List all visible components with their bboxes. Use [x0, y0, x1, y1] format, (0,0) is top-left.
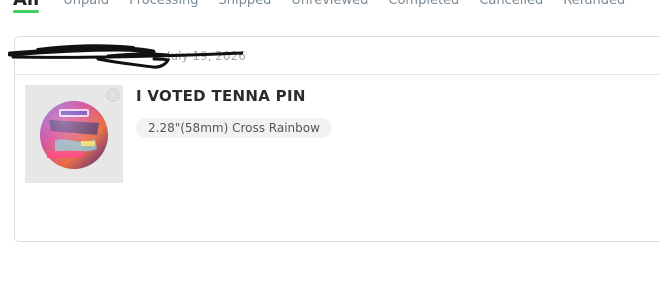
order-status-tabs: All Unpaid Processing Shipped Unreviewed… [13, 0, 645, 15]
tab-label: Processing [129, 0, 199, 8]
order-item[interactable]: I VOTED TENNA PIN 2.28"(58mm) Cross Rain… [15, 75, 660, 195]
tab-refunded[interactable]: Refunded [563, 0, 625, 11]
active-tab-indicator [13, 10, 39, 13]
tab-label: Completed [388, 0, 460, 8]
product-title[interactable]: I VOTED TENNA PIN [136, 87, 306, 105]
tab-label: Cancelled [479, 0, 544, 8]
tab-label: Unreviewed [291, 0, 369, 8]
orders-page: All Unpaid Processing Shipped Unreviewed… [0, 0, 660, 305]
tab-label: All [13, 0, 39, 10]
tab-label: Shipped [218, 0, 272, 8]
tab-unreviewed[interactable]: Unreviewed [291, 0, 368, 11]
tab-processing[interactable]: Processing [129, 0, 198, 11]
tab-completed[interactable]: Completed [388, 0, 459, 11]
tab-all[interactable]: All [13, 0, 39, 13]
tab-label: Refunded [563, 0, 626, 8]
product-thumbnail[interactable] [25, 85, 123, 183]
order-header: July 19, 2026 [8, 37, 660, 75]
tab-label: Unpaid [63, 0, 110, 8]
tab-shipped[interactable]: Shipped [219, 0, 272, 11]
tab-cancelled[interactable]: Cancelled [479, 0, 543, 11]
redaction-scribble [8, 44, 243, 69]
tab-unpaid[interactable]: Unpaid [63, 0, 109, 11]
order-card[interactable]: July 19, 2026 I VOTED TENNA PIN 2.28"(58… [8, 36, 660, 242]
variant-badge: 2.28"(58mm) Cross Rainbow [136, 118, 332, 138]
rainbow-button-pin-icon [40, 88, 120, 169]
